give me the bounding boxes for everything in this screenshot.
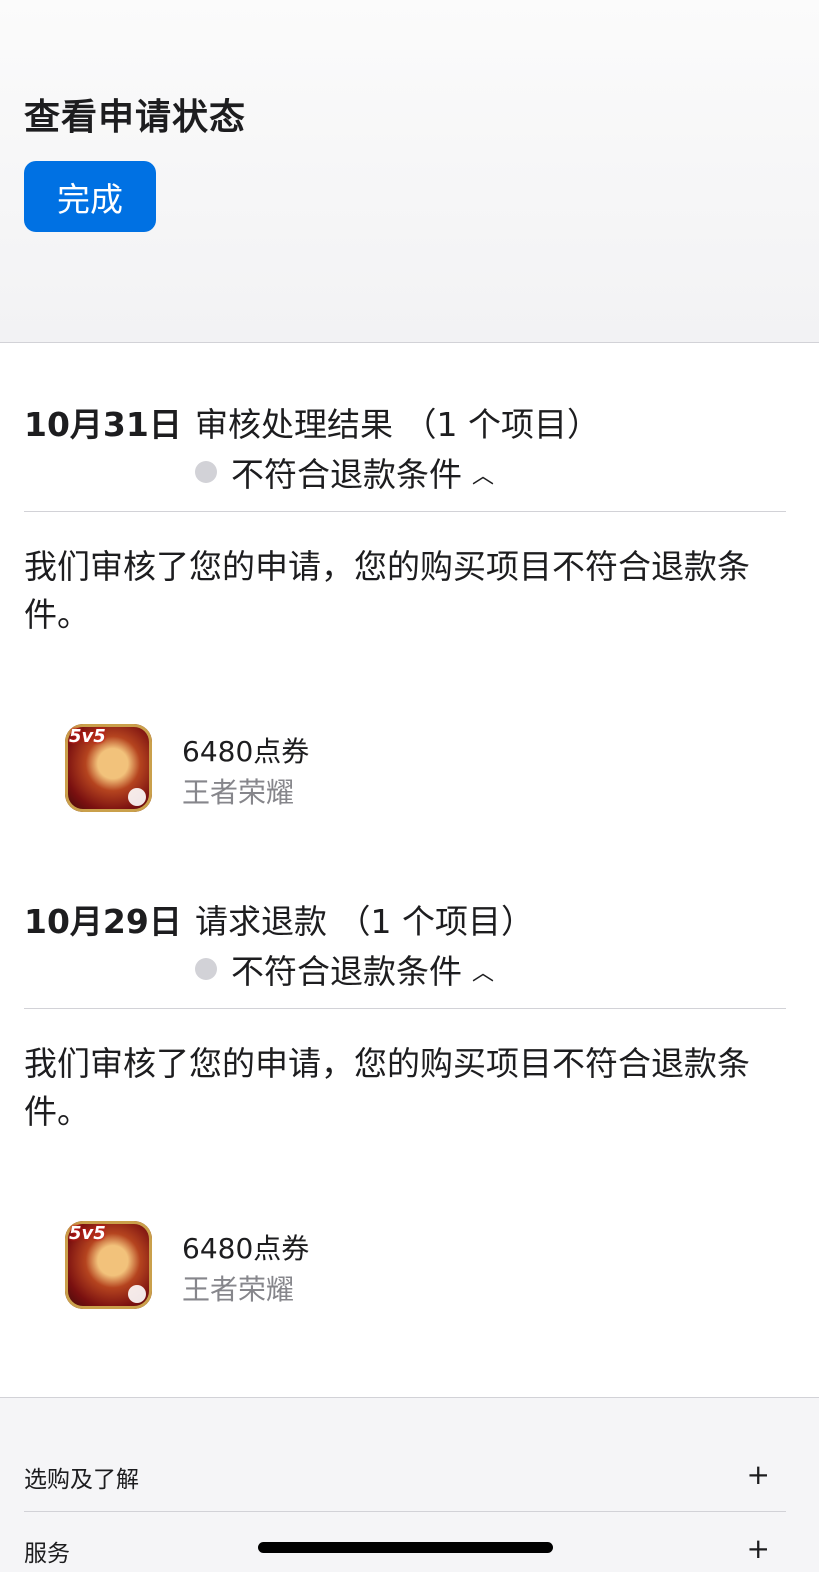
footer-row-label: 服务 bbox=[24, 1541, 70, 1567]
divider bbox=[24, 1008, 786, 1009]
chevron-up-icon: ︿ bbox=[472, 961, 495, 986]
entry-title: 审核处理结果 （1 个项目） bbox=[195, 405, 600, 444]
item-app-name: 王者荣耀 bbox=[182, 1273, 295, 1306]
entry-date: 10月29日 bbox=[24, 902, 182, 941]
home-indicator[interactable] bbox=[258, 1542, 553, 1553]
chevron-up-icon: ︿ bbox=[472, 464, 495, 489]
entry-status-toggle[interactable]: 不符合退款条件 ︿ bbox=[195, 945, 494, 993]
plus-icon: + bbox=[746, 1458, 770, 1491]
status-dot-icon bbox=[195, 958, 217, 980]
entry-title: 请求退款 （1 个项目） bbox=[195, 902, 534, 941]
page-title: 查看申请状态 bbox=[24, 97, 247, 138]
game-app-icon: 5v5 bbox=[65, 724, 152, 812]
divider bbox=[24, 511, 786, 512]
status-dot-icon bbox=[195, 461, 217, 483]
item-name: 6480点券 bbox=[182, 1232, 310, 1265]
entry-date: 10月31日 bbox=[24, 405, 182, 444]
plus-icon: + bbox=[746, 1532, 770, 1565]
entry-message: 我们审核了您的申请，您的购买项目不符合退款条件。 bbox=[24, 1044, 750, 1131]
game-app-icon: 5v5 bbox=[65, 1221, 152, 1309]
entry-status: 不符合退款条件 bbox=[231, 952, 462, 991]
done-button[interactable]: 完成 bbox=[24, 161, 156, 232]
header: 查看申请状态 完成 bbox=[0, 0, 819, 343]
entry-status-toggle[interactable]: 不符合退款条件 ︿ bbox=[195, 448, 494, 496]
entry-message: 我们审核了您的申请，您的购买项目不符合退款条件。 bbox=[24, 547, 750, 634]
item-name: 6480点券 bbox=[182, 735, 310, 768]
footer-row-label: 选购及了解 bbox=[24, 1467, 139, 1493]
item-app-name: 王者荣耀 bbox=[182, 776, 295, 809]
entry-status: 不符合退款条件 bbox=[231, 455, 462, 494]
footer-row-shop[interactable]: 选购及了解 + bbox=[24, 1438, 786, 1512]
